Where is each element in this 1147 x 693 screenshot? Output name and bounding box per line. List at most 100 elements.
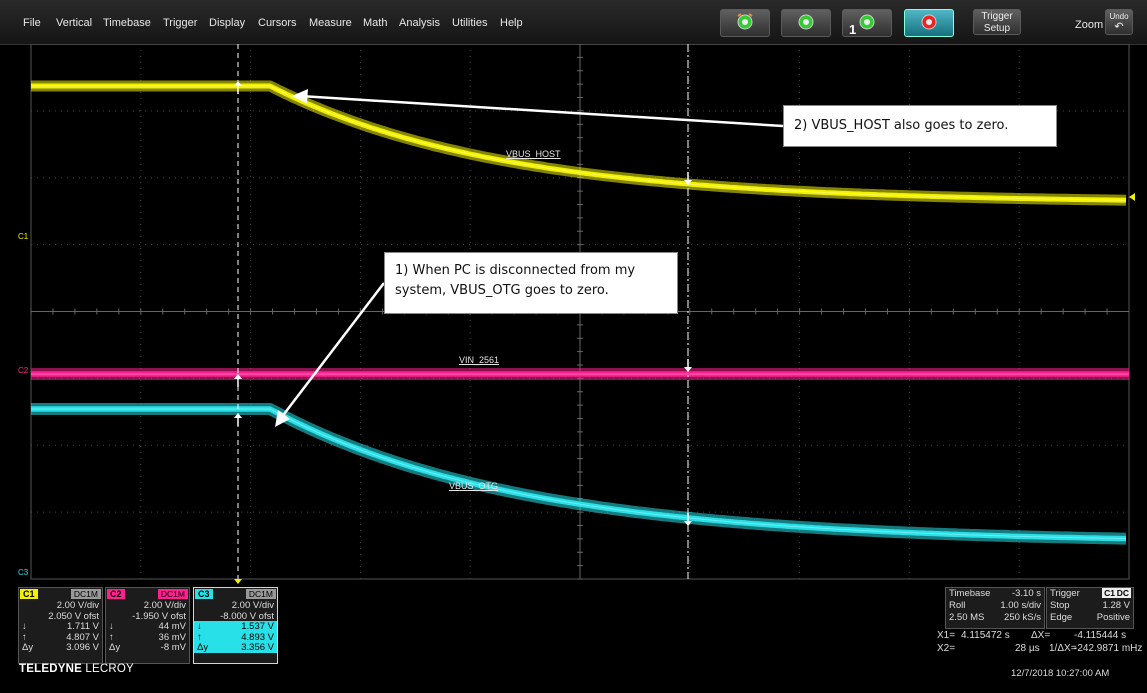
cursor-dx-value: -4.115444 s [1074, 630, 1127, 641]
teledyne-lecroy-logo: TELEDYNE LECROY [19, 663, 134, 675]
trigger-type: Edge [1050, 612, 1073, 623]
cursor-dx-label: ΔX= [1031, 630, 1051, 641]
cursor-up-icon: ↑ [109, 631, 114, 643]
timebase-mode: Roll [949, 600, 966, 611]
trace-label-vbus-otg: VBUS_OTG [449, 481, 499, 491]
menu-display[interactable]: Display [209, 17, 245, 29]
trace-vbus-otg [31, 406, 1126, 542]
trigger-setup-button[interactable]: Trigger Setup [973, 9, 1021, 35]
trigger-normal-icon [798, 14, 814, 30]
trigger-label: Trigger [1050, 588, 1080, 599]
channel-2-cursor-down: 44 mV [158, 621, 186, 632]
trigger-setup-label-1: Trigger [981, 11, 1013, 22]
channel-2-tag: C2 [107, 589, 125, 599]
trigger-single-button[interactable]: 1 [842, 9, 892, 37]
channel-1-tag: C1 [20, 589, 38, 599]
channel-1-marker[interactable]: C1 [18, 232, 28, 241]
menu-bar: File Vertical Timebase Trigger Display C… [0, 0, 1147, 45]
trigger-mode: Stop [1050, 600, 1070, 611]
channel-2-vdiv: 2.00 V/div [143, 600, 186, 611]
cursor-down-icon: ↓ [22, 621, 27, 632]
cursor-x2-label: X2= [937, 643, 956, 654]
cursor-x1-value: 4.115472 s [961, 630, 1010, 641]
trigger-auto-button[interactable] [720, 9, 770, 37]
channel-2-cursor-up: 36 mV [158, 631, 186, 643]
channel-2-coupling: DC1M [157, 589, 188, 599]
zoom-button[interactable]: Zoom [1075, 19, 1103, 31]
trace-label-vbus-host: VBUS_HOST [506, 149, 561, 159]
menu-utilities[interactable]: Utilities [452, 17, 487, 29]
channel-3-marker[interactable]: C3 [18, 568, 28, 577]
annotation-note-1: 1) When PC is disconnected from my syste… [384, 252, 678, 314]
trace-label-vin-2561: VIN_2561 [459, 355, 500, 365]
cursor-inv-dx-value: -242.9871 mHz [1074, 643, 1143, 654]
channel-1-cursor-down: 1.711 V [66, 621, 99, 632]
trigger-time-marker [234, 579, 242, 584]
single-badge: 1 [849, 22, 857, 37]
trigger-level: 1.28 V [1102, 600, 1130, 611]
annotation-arrow-2 [299, 94, 784, 128]
trigger-slope: Positive [1096, 612, 1130, 623]
annotation-arrow-1 [280, 282, 385, 419]
trigger-single-icon [859, 14, 875, 30]
trigger-coupling: DC [1114, 588, 1131, 598]
timebase-tdiv: 1.00 s/div [1000, 600, 1041, 611]
waveform-traces [31, 80, 1135, 584]
trigger-level-marker [1129, 193, 1135, 201]
channel-3-cursor-up: 4.893 V [241, 631, 274, 643]
menu-cursors[interactable]: Cursors [258, 17, 297, 29]
channel-1-offset: 2.050 V ofst [48, 610, 99, 622]
trigger-stop-icon [921, 14, 937, 30]
channel-1-vdiv: 2.00 V/div [56, 600, 99, 611]
menu-analysis[interactable]: Analysis [399, 17, 440, 29]
annotation-note-2: 2) VBUS_HOST also goes to zero. [783, 105, 1057, 147]
channel-3-tag: C3 [195, 589, 213, 599]
trigger-stop-button[interactable] [904, 9, 954, 37]
timebase-label: Timebase [949, 588, 991, 599]
trigger-setup-label-2: Setup [983, 23, 1011, 34]
channel-3-dy: 3.356 V [241, 642, 274, 653]
channel-3-vdiv: 2.00 V/div [231, 600, 274, 611]
channel-1-coupling: DC1M [70, 589, 101, 599]
menu-file[interactable]: File [23, 17, 41, 29]
channel-3-descriptor[interactable]: C3 DC1M 2.00 V/div -8.000 V ofst ↓ 1.537 … [193, 587, 278, 664]
cursor-x2-value: 28 µs [1015, 643, 1040, 654]
channel-2-dy: -8 mV [160, 642, 186, 653]
cursor-up-icon: ↑ [22, 631, 27, 643]
channel-1-dy: 3.096 V [66, 642, 99, 653]
trigger-auto-icon [737, 13, 753, 30]
undo-button[interactable]: Undo ↶ [1105, 9, 1133, 35]
brand-light: LECROY [85, 663, 134, 675]
menu-trigger[interactable]: Trigger [163, 17, 197, 29]
undo-icon: ↶ [1114, 21, 1124, 33]
trigger-normal-button[interactable] [781, 9, 831, 37]
trace-vbus-otg-core [31, 408, 1126, 540]
channel-2-descriptor[interactable]: C2 DC1M 2.00 V/div -1.950 V ofst ↓ 44 mV … [105, 587, 190, 664]
brand-bold: TELEDYNE [19, 663, 82, 675]
cursor-inv-dx-label: 1/ΔX= [1049, 643, 1077, 654]
cursor-up-icon: ↑ [197, 631, 202, 643]
timebase-sample-rate: 250 kS/s [1004, 612, 1041, 623]
cursor-down-icon: ↓ [197, 621, 202, 632]
menu-vertical[interactable]: Vertical [56, 17, 92, 29]
channel-1-descriptor[interactable]: C1 DC1M 2.00 V/div 2.050 V ofst ↓ 1.711 V… [18, 587, 103, 664]
timestamp: 12/7/2018 10:27:00 AM [1011, 668, 1110, 679]
channel-3-dy-label: Δy [197, 642, 209, 653]
menu-measure[interactable]: Measure [309, 17, 352, 29]
trigger-descriptor[interactable]: Trigger C1 DC Stop 1.28 V Edge Positive [1046, 587, 1134, 629]
menu-math[interactable]: Math [363, 17, 387, 29]
channel-3-offset: -8.000 V ofst [220, 610, 274, 622]
timebase-descriptor[interactable]: Timebase -3.10 s Roll 1.00 s/div 2.50 MS 25… [945, 587, 1045, 629]
trace-vbus-otg-glow [31, 403, 1128, 545]
channel-1-cursor-up: 4.807 V [66, 631, 99, 643]
channel-2-marker[interactable]: C2 [18, 366, 28, 375]
timebase-delay: -3.10 s [1011, 588, 1041, 599]
channel-3-coupling: DC1M [245, 589, 276, 599]
menu-help[interactable]: Help [500, 17, 523, 29]
cursor-down-icon: ↓ [109, 621, 114, 632]
channel-3-cursor-down: 1.537 V [241, 621, 274, 632]
channel-2-dy-label: Δy [109, 642, 121, 653]
channel-2-offset: -1.950 V ofst [132, 610, 186, 622]
menu-timebase[interactable]: Timebase [103, 17, 151, 29]
channel-1-dy-label: Δy [22, 642, 34, 653]
